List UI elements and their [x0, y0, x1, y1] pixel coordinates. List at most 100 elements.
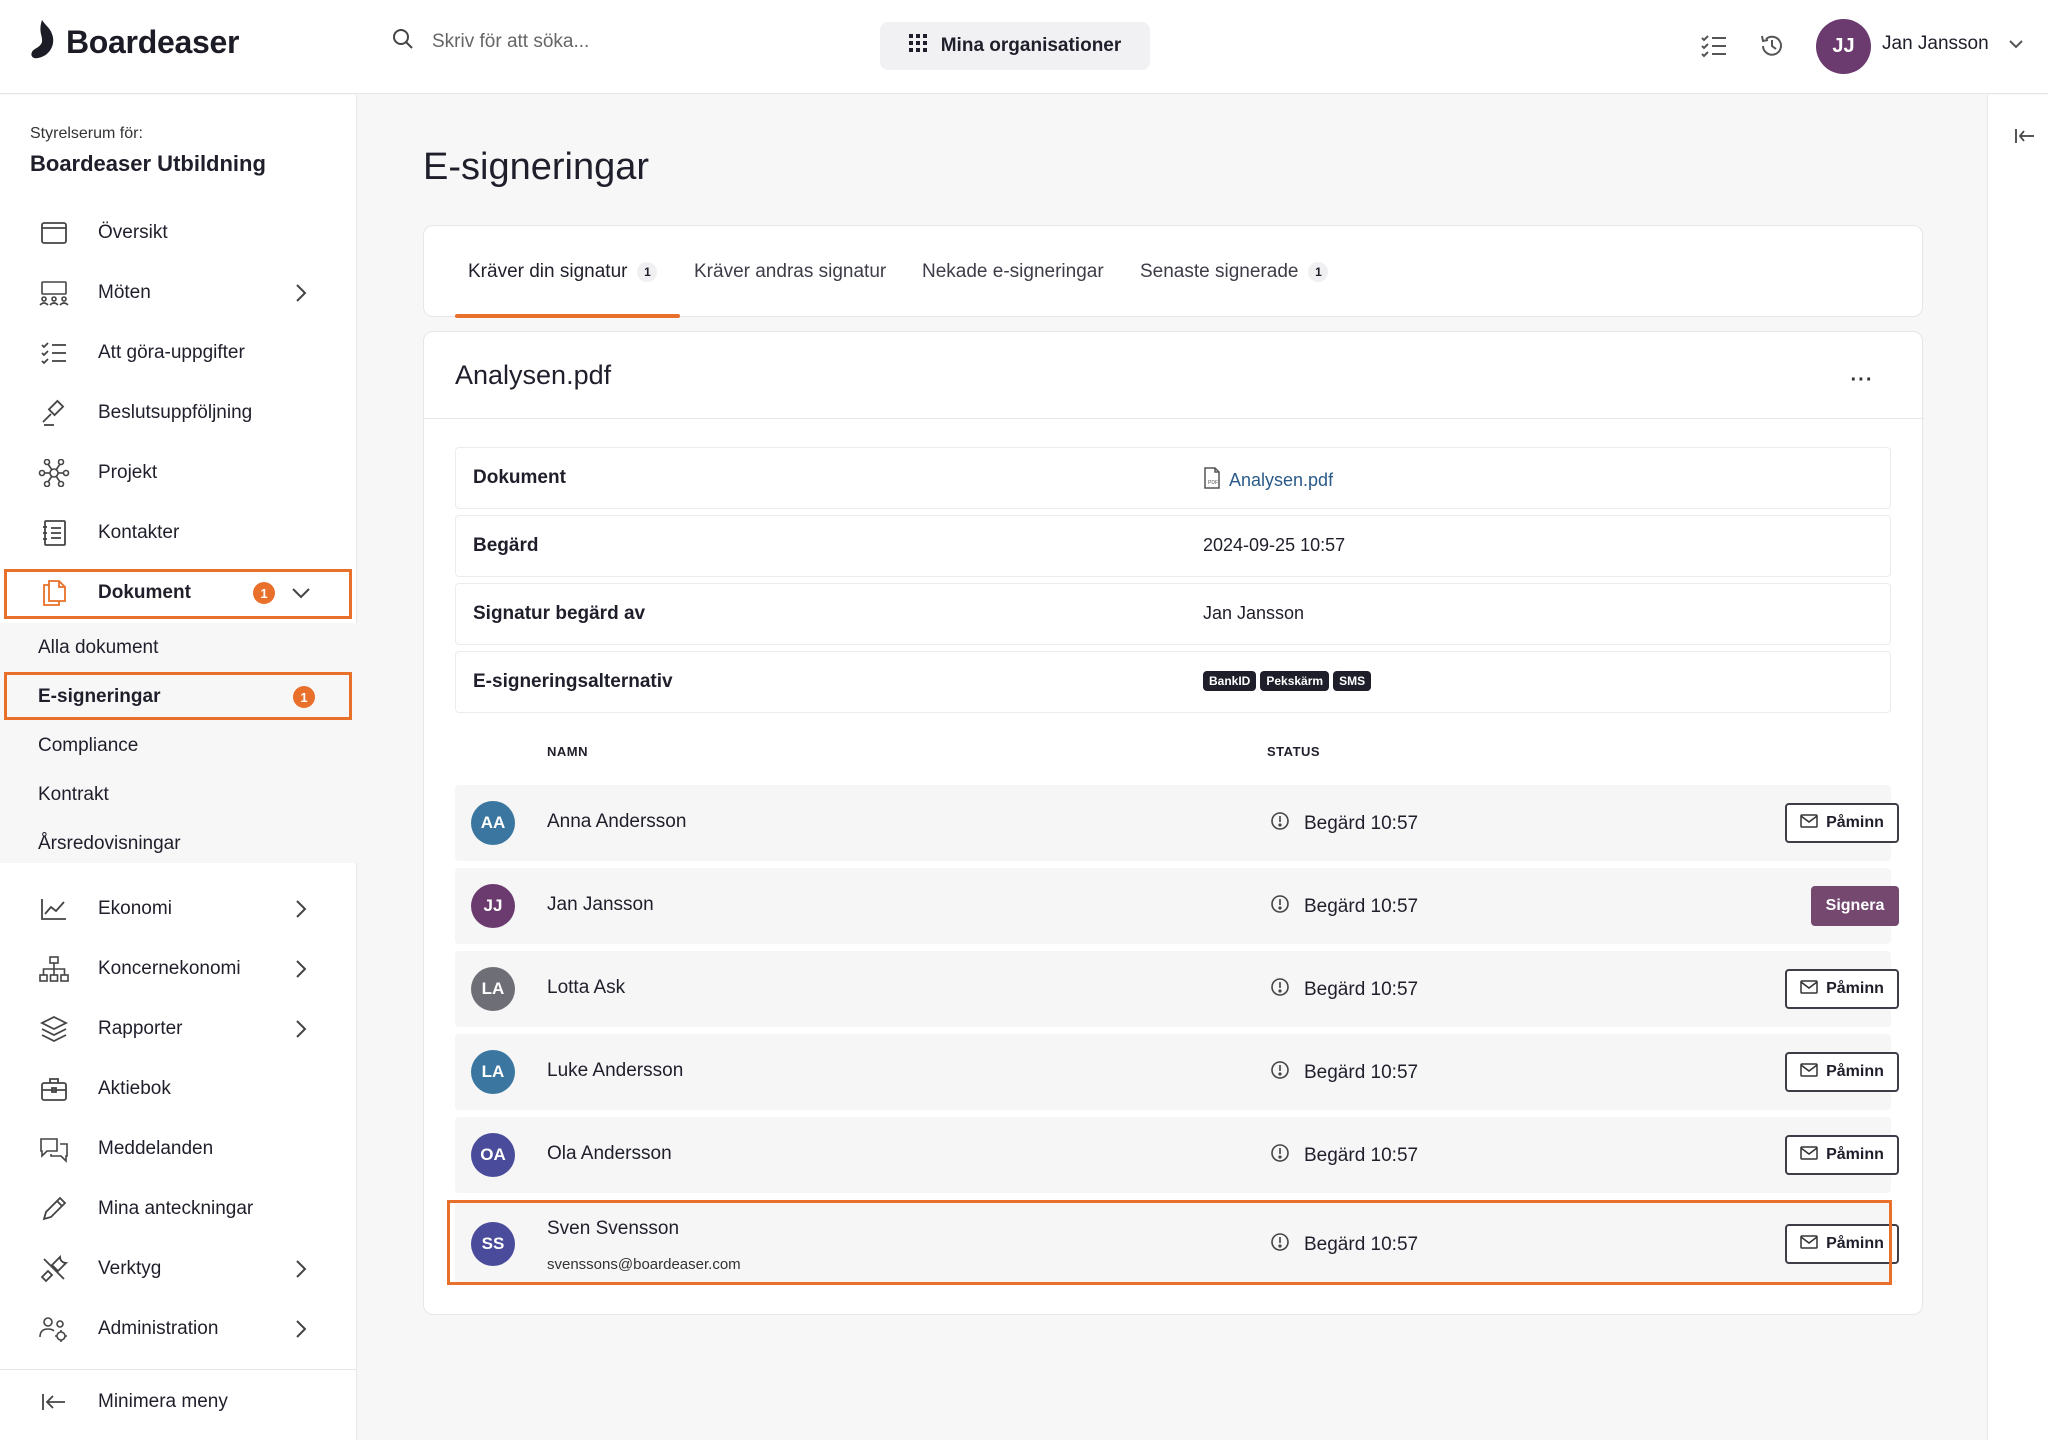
- signer-avatar: JJ: [471, 884, 515, 928]
- pencil-icon: [38, 1193, 70, 1225]
- line-chart-icon: [38, 893, 70, 925]
- signer-name: Lotta Ask: [547, 977, 626, 998]
- tab-recently-signed[interactable]: Senaste signerade 1: [1140, 226, 1329, 318]
- remind-button[interactable]: Påminn: [1785, 969, 1899, 1009]
- page-title: E-signeringar: [423, 146, 649, 188]
- sidebar-item-tasks[interactable]: Att göra-uppgifter: [0, 325, 357, 381]
- more-options-button[interactable]: ···: [1844, 362, 1880, 398]
- tasks-checklist-icon[interactable]: [1698, 30, 1730, 62]
- top-bar: Boardeaser Mina organisationer JJ Jan Ja…: [0, 0, 2048, 94]
- mail-icon: [1800, 1062, 1818, 1082]
- minimize-menu-button[interactable]: Minimera meny: [0, 1374, 357, 1430]
- sidebar-item-overview[interactable]: Översikt: [0, 205, 357, 261]
- sidebar-item-tools[interactable]: Verktyg: [0, 1241, 357, 1297]
- sidebar-item-administration[interactable]: Administration: [0, 1301, 357, 1357]
- window-icon: [38, 217, 70, 249]
- meeting-people-icon: [38, 277, 70, 309]
- sidebar-item-economy[interactable]: Ekonomi: [0, 881, 357, 937]
- remind-button[interactable]: Påminn: [1785, 1224, 1899, 1264]
- sidebar-item-projects[interactable]: Projekt: [0, 445, 357, 501]
- right-rail: [1987, 95, 2048, 1440]
- pdf-file-icon: PDF: [1203, 467, 1221, 494]
- chevron-down-icon[interactable]: [2006, 34, 2026, 59]
- tabs-card: Kräver din signatur 1 Kräver andras sign…: [423, 225, 1923, 318]
- subitem-compliance[interactable]: Compliance: [0, 721, 357, 771]
- tab-requires-others-signature[interactable]: Kräver andras signatur: [694, 226, 886, 318]
- tab-count: 1: [1308, 262, 1329, 282]
- users-gear-icon: [38, 1313, 70, 1345]
- tab-requires-your-signature[interactable]: Kräver din signatur 1: [468, 226, 658, 318]
- mail-icon: [1800, 979, 1818, 999]
- chevron-right-icon: [290, 282, 312, 304]
- subitem-e-signatures[interactable]: E-signeringar 1: [0, 672, 357, 722]
- sidebar-item-meetings[interactable]: Möten: [0, 265, 357, 321]
- info-row-requested-by: Signatur begärd av Jan Jansson: [455, 583, 1891, 645]
- collapse-panel-icon[interactable]: [2014, 127, 2036, 150]
- subitem-annual-reports[interactable]: Årsredovisningar: [0, 819, 357, 869]
- grid-icon: [908, 34, 927, 58]
- sidebar-item-contacts[interactable]: Kontakter: [0, 505, 357, 561]
- signer-status: Begärd 10:57: [1270, 1060, 1418, 1086]
- signer-avatar: AA: [471, 801, 515, 845]
- column-header-name: NAMN: [547, 744, 588, 759]
- signer-email: svenssons@boardeaser.com: [547, 1256, 741, 1273]
- signer-avatar: SS: [471, 1222, 515, 1266]
- info-row-document: Dokument PDF Analysen.pdf: [455, 447, 1891, 509]
- org-tree-icon: [38, 953, 70, 985]
- sidebar-item-decisions[interactable]: Beslutsuppföljning: [0, 385, 357, 441]
- mail-icon: [1800, 1234, 1818, 1254]
- user-avatar[interactable]: JJ: [1816, 19, 1871, 74]
- history-icon[interactable]: [1756, 30, 1788, 62]
- logo[interactable]: Boardeaser: [28, 18, 239, 67]
- signer-status: Begärd 10:57: [1270, 1232, 1418, 1258]
- info-circle-icon: [1270, 1060, 1290, 1086]
- document-card: Analysen.pdf ··· Dokument PDF Analysen.p…: [423, 331, 1924, 1315]
- my-organizations-button[interactable]: Mina organisationer: [880, 22, 1150, 70]
- signer-name: Anna Andersson: [547, 811, 687, 832]
- chevron-right-icon: [290, 1258, 312, 1280]
- active-tab-indicator: [455, 314, 680, 318]
- document-link[interactable]: PDF Analysen.pdf: [1203, 467, 1333, 494]
- logo-text: Boardeaser: [66, 24, 240, 60]
- signer-row: LA Luke Andersson Begärd 10:57 Påminn: [455, 1034, 1899, 1110]
- chevron-right-icon: [290, 1318, 312, 1340]
- signer-name: Ola Andersson: [547, 1143, 672, 1164]
- sign-button[interactable]: Signera: [1811, 886, 1899, 926]
- info-circle-icon: [1270, 1232, 1290, 1258]
- search-input[interactable]: [432, 30, 792, 53]
- subitem-all-documents[interactable]: Alla dokument: [0, 623, 357, 673]
- remind-button[interactable]: Påminn: [1785, 1052, 1899, 1092]
- sidebar-item-share-register[interactable]: Aktiebok: [0, 1061, 357, 1117]
- org-name: Boardeaser Utbildning: [30, 151, 266, 176]
- mail-icon: [1800, 813, 1818, 833]
- tools-icon: [38, 1253, 70, 1285]
- user-name[interactable]: Jan Jansson: [1882, 33, 1989, 55]
- mail-icon: [1800, 1145, 1818, 1165]
- sidebar-item-reports[interactable]: Rapporter: [0, 1001, 357, 1057]
- remind-button[interactable]: Påminn: [1785, 803, 1899, 843]
- signer-avatar: LA: [471, 967, 515, 1011]
- checklist-icon: [38, 337, 70, 369]
- network-nodes-icon: [38, 457, 70, 489]
- e-signatures-badge: 1: [293, 686, 315, 708]
- briefcase-icon: [38, 1073, 70, 1105]
- tab-declined-e-signatures[interactable]: Nekade e-signeringar: [922, 226, 1104, 318]
- documents-badge: 1: [253, 582, 275, 604]
- search-bar: [392, 28, 792, 55]
- signer-status: Begärd 10:57: [1270, 811, 1418, 837]
- org-label: Styrelserum för:: [30, 125, 143, 142]
- sidebar-divider: [0, 1369, 357, 1370]
- info-circle-icon: [1270, 811, 1290, 837]
- info-row-signing-options: E-signeringsalternativ BankID Pekskärm S…: [455, 651, 1891, 713]
- signer-row: OA Ola Andersson Begärd 10:57 Påminn: [455, 1117, 1899, 1193]
- signer-name: Luke Andersson: [547, 1060, 684, 1081]
- signer-row: JJ Jan Jansson Begärd 10:57 Signera: [455, 868, 1899, 944]
- sidebar-item-documents[interactable]: Dokument 1: [0, 565, 357, 621]
- subitem-contracts[interactable]: Kontrakt: [0, 770, 357, 820]
- sidebar-item-messages[interactable]: Meddelanden: [0, 1121, 357, 1177]
- sidebar-item-my-notes[interactable]: Mina anteckningar: [0, 1181, 357, 1237]
- boardeaser-logo-icon: [28, 18, 58, 67]
- remind-button[interactable]: Påminn: [1785, 1135, 1899, 1175]
- signer-status: Begärd 10:57: [1270, 1143, 1418, 1169]
- sidebar-item-group-economy[interactable]: Koncernekonomi: [0, 941, 357, 997]
